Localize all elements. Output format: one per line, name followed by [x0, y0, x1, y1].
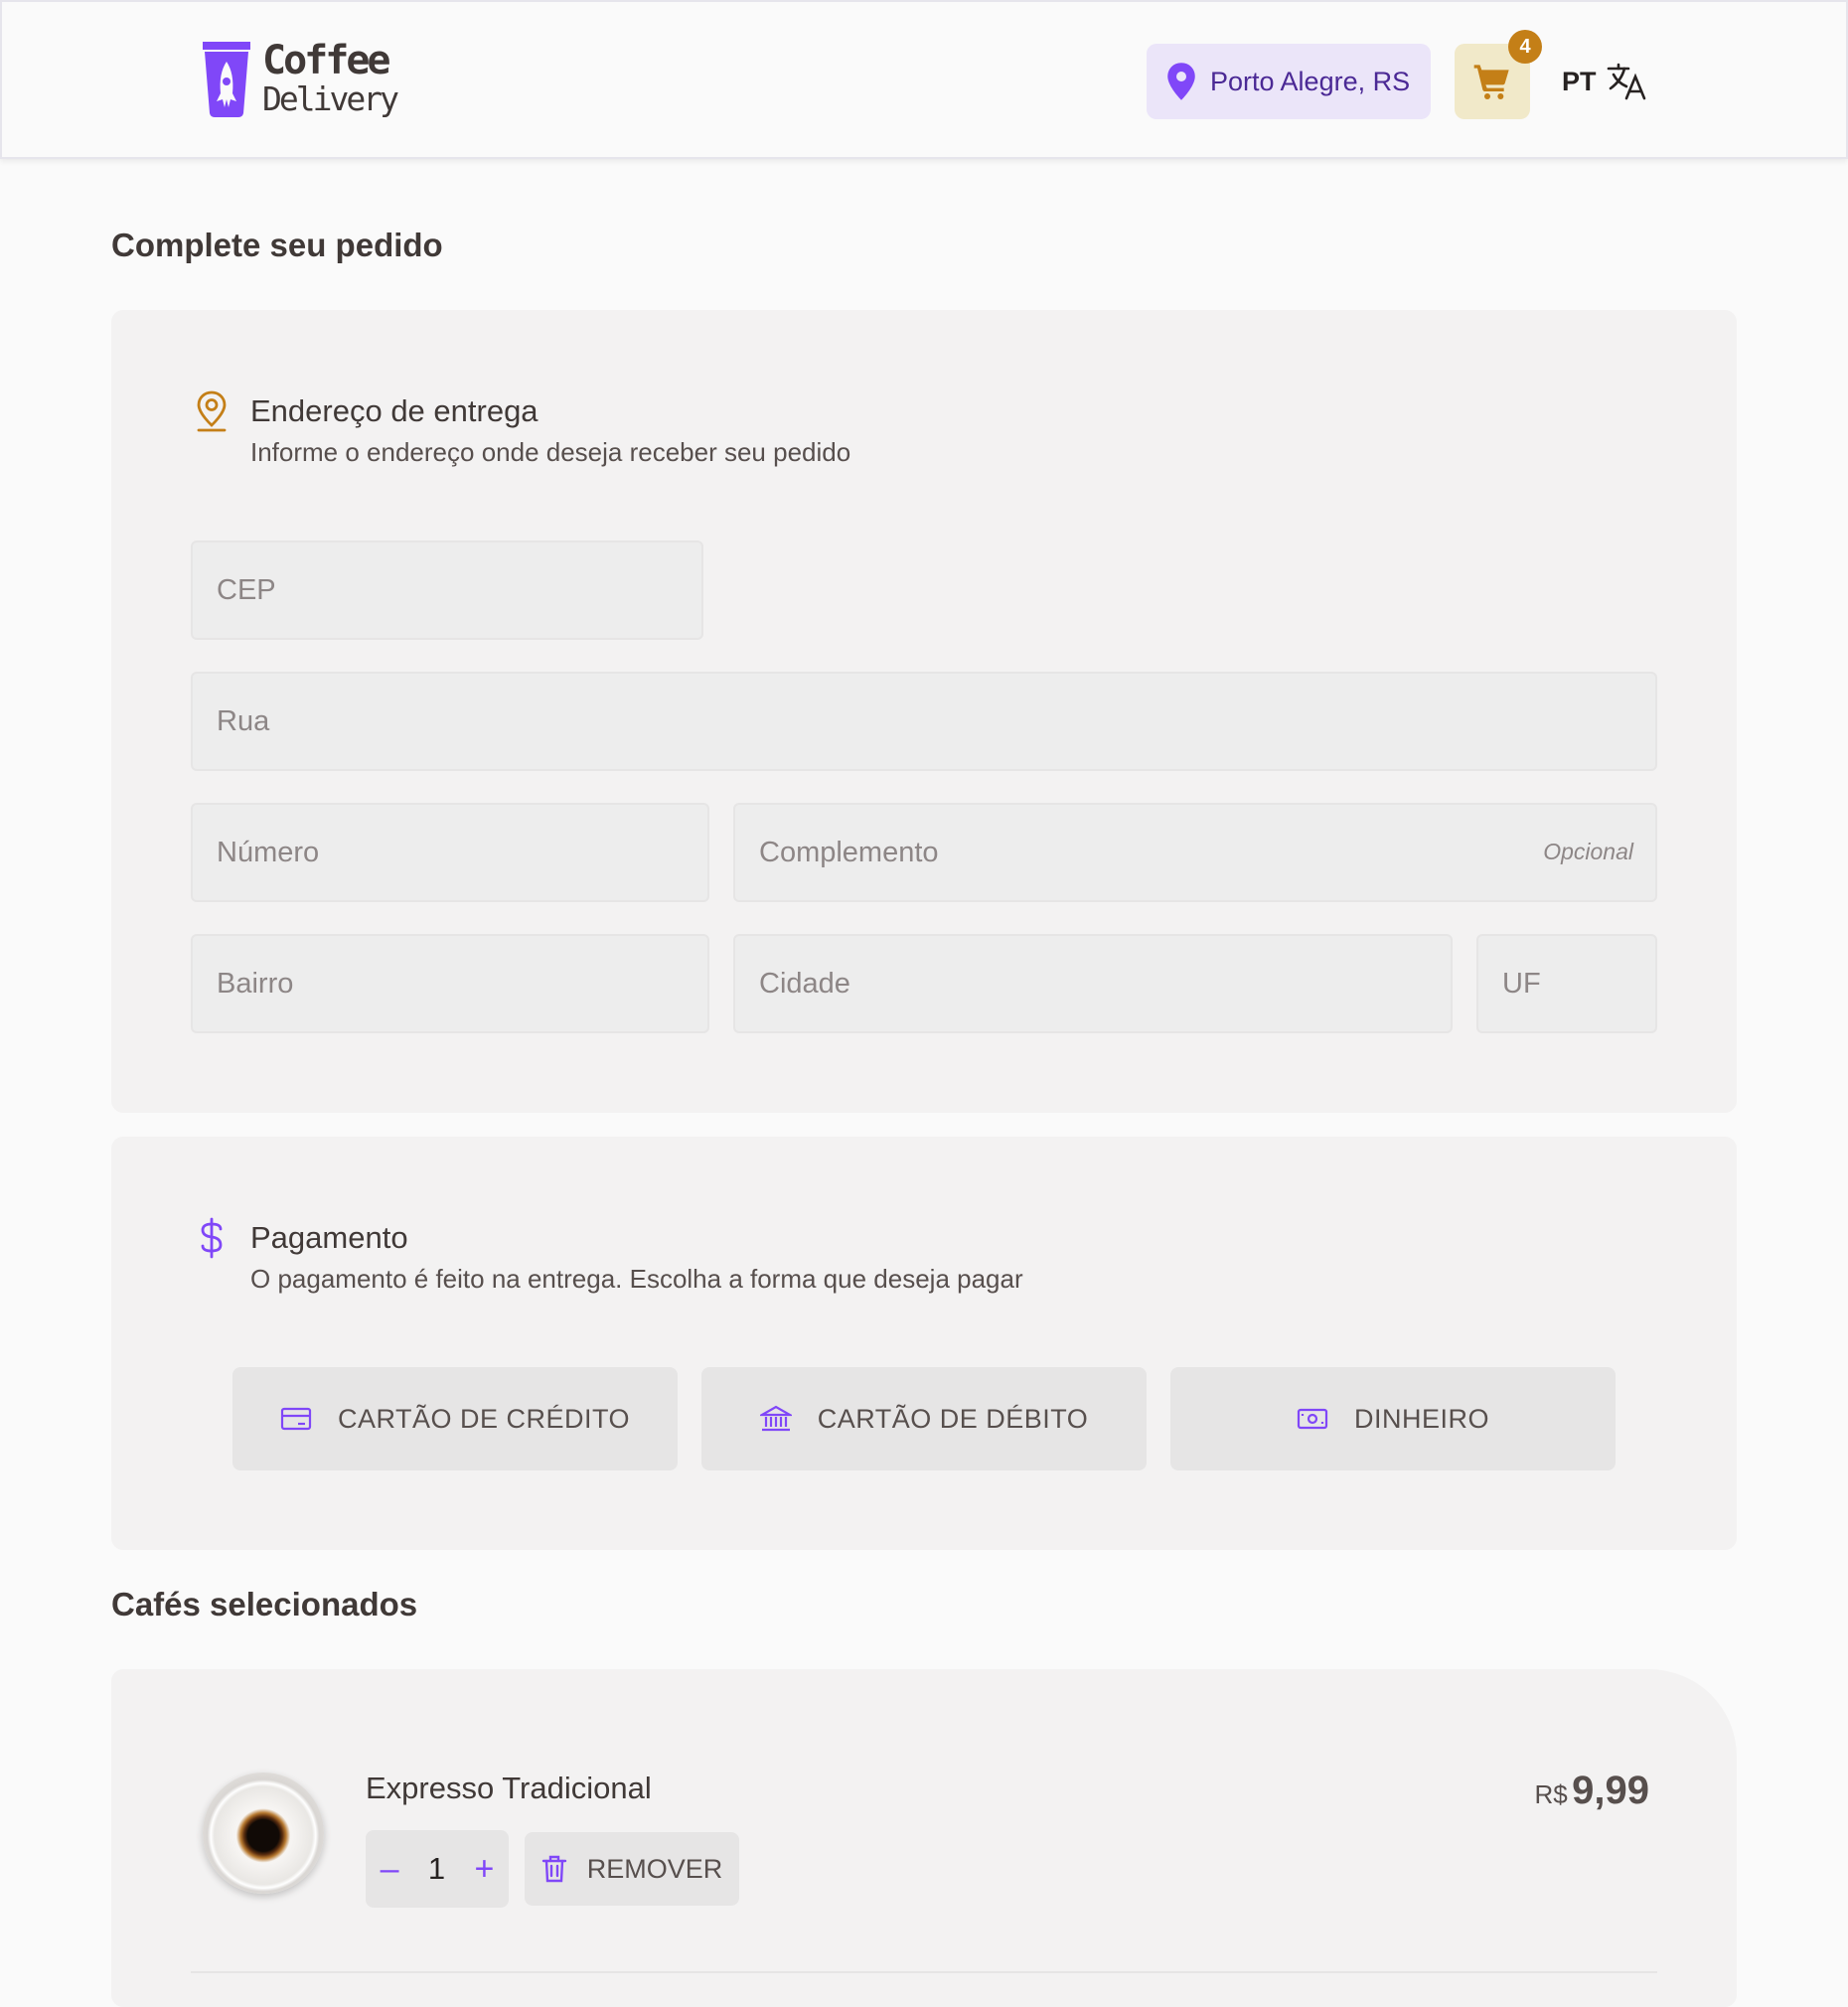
language-switcher[interactable]: PT: [1562, 58, 1648, 105]
app-header: Coffee Delivery Porto Alegre, RS 4 PT: [0, 0, 1848, 159]
cart-summary-card: Expresso Tradicional – 1 + REMOVER R$ 9,…: [111, 1669, 1737, 2007]
divider: [191, 1971, 1657, 1973]
payment-card: Pagamento O pagamento é feito na entrega…: [111, 1137, 1737, 1550]
selected-coffees-title: Cafés selecionados: [111, 1586, 418, 1622]
state-input[interactable]: UF: [1476, 934, 1657, 1033]
checkout-title: Complete seu pedido: [111, 227, 443, 263]
currency-symbol: R$: [1534, 1779, 1568, 1809]
address-title: Endereço de entrega: [250, 393, 539, 428]
logo-title: Coffee: [262, 38, 390, 83]
location-badge[interactable]: Porto Alegre, RS: [1147, 44, 1431, 119]
city-input[interactable]: Cidade: [733, 934, 1453, 1033]
cep-input[interactable]: CEP: [191, 540, 703, 640]
address-subtitle: Informe o endereço onde deseja receber s…: [250, 437, 851, 467]
shopping-cart-icon: [1473, 65, 1509, 99]
credit-card-icon: [280, 1407, 312, 1431]
city-placeholder: Cidade: [759, 967, 850, 1000]
bank-icon: [759, 1405, 792, 1432]
number-input[interactable]: Número: [191, 803, 709, 902]
price-value: 9,99: [1572, 1769, 1649, 1812]
coffee-delivery-logo[interactable]: Coffee Delivery: [199, 38, 399, 127]
payment-subtitle: O pagamento é feito na entrega. Escolha …: [250, 1264, 1023, 1294]
credit-card-label: CARTÃO DE CRÉDITO: [337, 1403, 631, 1434]
cash-label: DINHEIRO: [1353, 1403, 1489, 1434]
trash-icon: [541, 1855, 566, 1883]
street-placeholder: Rua: [217, 704, 270, 737]
cart-count-badge: 4: [1508, 30, 1542, 64]
map-pin-outline-icon: [197, 390, 227, 432]
plus-icon[interactable]: +: [474, 1850, 494, 1889]
address-card: Endereço de entrega Informe o endereço o…: [111, 310, 1737, 1113]
location-text: Porto Alegre, RS: [1210, 66, 1411, 96]
cash-option[interactable]: DINHEIRO: [1170, 1367, 1616, 1470]
cart-button[interactable]: 4: [1455, 30, 1542, 119]
debit-card-option[interactable]: CARTÃO DE DÉBITO: [701, 1367, 1147, 1470]
cep-placeholder: CEP: [217, 573, 276, 606]
state-placeholder: UF: [1502, 967, 1541, 1000]
coffee-image: [203, 1773, 324, 1894]
minus-icon[interactable]: –: [381, 1850, 399, 1889]
payment-title: Pagamento: [250, 1220, 408, 1255]
remove-label: REMOVER: [586, 1853, 723, 1884]
street-input[interactable]: Rua: [191, 672, 1657, 771]
credit-card-option[interactable]: CARTÃO DE CRÉDITO: [232, 1367, 678, 1470]
logo-subtitle: Delivery: [262, 79, 399, 118]
complement-placeholder: Complemento: [759, 836, 939, 868]
translate-icon: [1607, 63, 1645, 100]
item-price: R$ 9,99: [1534, 1769, 1649, 1813]
coffee-cup-rocket-icon: [203, 42, 250, 117]
district-placeholder: Bairro: [217, 967, 294, 1000]
coffee-name: Expresso Tradicional: [366, 1771, 652, 1805]
quantity-value: 1: [427, 1851, 446, 1886]
debit-card-label: CARTÃO DE DÉBITO: [817, 1403, 1089, 1434]
dollar-sign-icon: [201, 1217, 223, 1259]
remove-button[interactable]: REMOVER: [525, 1832, 739, 1906]
number-placeholder: Número: [217, 836, 320, 868]
district-input[interactable]: Bairro: [191, 934, 709, 1033]
complement-input[interactable]: Complemento Opcional: [733, 803, 1657, 902]
map-pin-icon: [1167, 63, 1195, 100]
optional-label: Opcional: [1543, 839, 1633, 864]
language-code: PT: [1562, 66, 1597, 96]
money-icon: [1297, 1408, 1328, 1430]
quantity-stepper: – 1 +: [366, 1830, 509, 1908]
